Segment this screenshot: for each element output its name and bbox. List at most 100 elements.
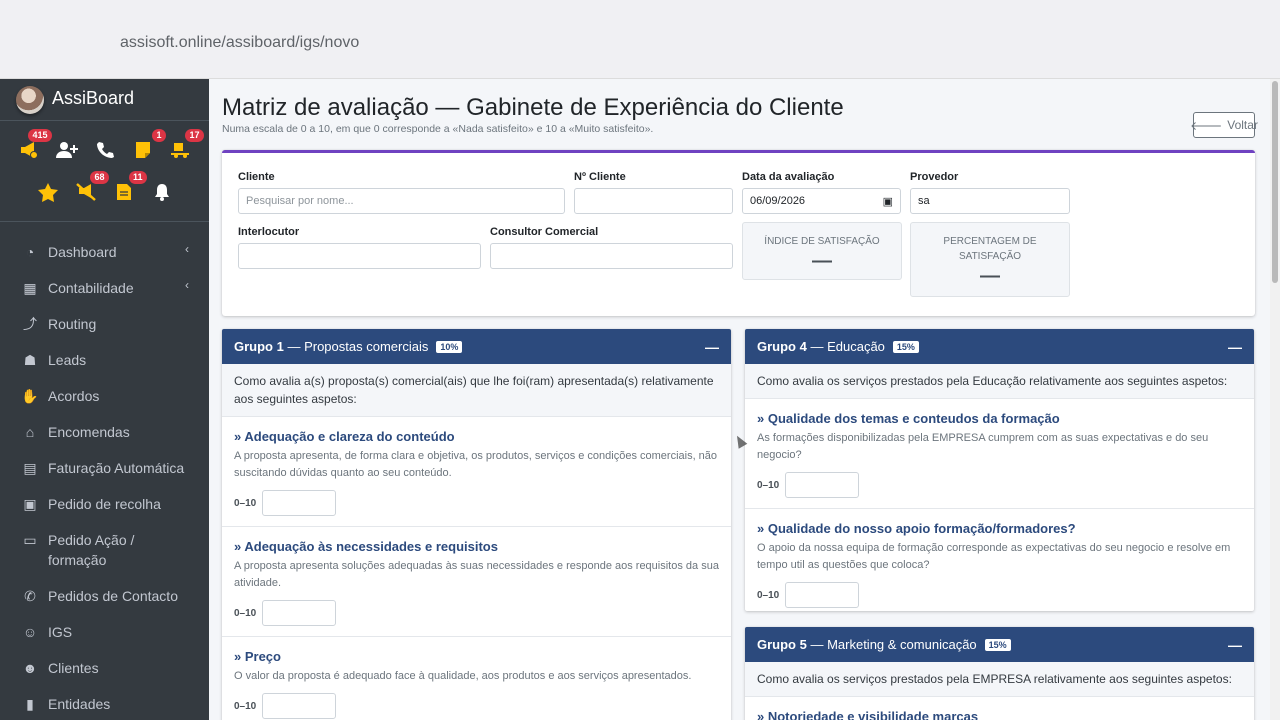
- sidebar-item-contabilidade[interactable]: ▦ Contabilidade ‹: [0, 270, 209, 306]
- sidebar-item-leads[interactable]: ☗ Leads: [0, 342, 209, 378]
- scale-label: 0–10: [234, 497, 257, 509]
- dolly-icon: ▣: [23, 496, 37, 512]
- consultor-label: Consultor Comercial: [490, 226, 599, 238]
- sticky-note-icon[interactable]: 1: [131, 129, 166, 162]
- scrollbar-thumb[interactable]: [1272, 81, 1278, 283]
- scale-label: 0–10: [234, 607, 257, 619]
- question-description: O apoio da nossa equipa de formação corr…: [757, 542, 1231, 571]
- consultor-input[interactable]: [490, 243, 733, 269]
- consultor-field-group: Consultor Comercial: [490, 226, 733, 269]
- sidebar-item-encomendas[interactable]: ⌂ Encomendas: [0, 414, 209, 450]
- sidebar-item-clientes[interactable]: ☻ Clientes: [0, 650, 209, 686]
- calculator-icon: ▦: [23, 280, 37, 296]
- question-item: » Qualidade dos temas e conteudos da for…: [745, 399, 1254, 509]
- truck-loading-icon[interactable]: 17: [169, 129, 204, 162]
- interlocutor-input[interactable]: [238, 243, 481, 269]
- smile-icon: ☺: [22, 624, 38, 640]
- slash-icon[interactable]: 68: [74, 171, 109, 204]
- file-icon[interactable]: 11: [112, 171, 147, 204]
- sidebar-item-dashboard[interactable]: ◔ Dashboard ‹: [0, 234, 209, 270]
- provedor-input[interactable]: sa: [910, 188, 1070, 214]
- score-input[interactable]: [262, 600, 337, 626]
- sidebar-item-routing[interactable]: ⤴ Routing: [0, 306, 209, 342]
- phone-icon[interactable]: [93, 138, 117, 162]
- group-1-intro: Como avalia a(s) proposta(s) comercial(a…: [222, 364, 731, 417]
- question-item: » Adequação às necessidades e requisitos…: [222, 527, 731, 637]
- weight-badge: 15%: [892, 340, 919, 353]
- question-item: » Adequação e clareza do conteúdo A prop…: [222, 417, 731, 527]
- indice-value: —: [812, 250, 832, 272]
- sidebar-item-entidades[interactable]: ▮ Entidades: [0, 686, 209, 720]
- question-title: » Qualidade do nosso apoio formação/form…: [757, 521, 1076, 536]
- score-input[interactable]: [785, 582, 860, 608]
- notification-badge: 415: [28, 129, 52, 142]
- sidebar-item-acordos[interactable]: ✋ Acordos: [0, 378, 209, 414]
- sidebar-item-pedido-acao[interactable]: ▭ Pedido Ação / formação: [0, 522, 209, 578]
- question-title: » Adequação às necessidades e requisitos: [234, 539, 498, 554]
- brand[interactable]: AssiBoard: [0, 79, 209, 121]
- question-title: » Qualidade dos temas e conteudos da for…: [757, 411, 1060, 426]
- question-item: » Preço O valor da proposta é adequado f…: [222, 637, 731, 720]
- page-title: Matriz de avaliação — Gabinete de Experi…: [222, 94, 844, 121]
- score-input[interactable]: [262, 693, 337, 719]
- score-input[interactable]: [785, 472, 860, 498]
- cliente-label: Cliente: [238, 171, 275, 183]
- route-icon: ⤴: [23, 316, 37, 332]
- provedor-label: Provedor: [910, 171, 959, 183]
- arrow-left-icon: 🡐: [1190, 118, 1223, 133]
- group-4-card: Grupo 4 — Educação 15% — Como avalia os …: [745, 329, 1254, 611]
- ncliente-field-group: Nº Cliente: [574, 171, 733, 214]
- sidebar-item-igs[interactable]: ☺ IGS: [0, 614, 209, 650]
- sidebar-item-pedidos-contacto[interactable]: ✆ Pedidos de Contacto: [0, 578, 209, 614]
- weight-badge: 15%: [984, 638, 1011, 651]
- page-scrollbar[interactable]: [1270, 79, 1280, 720]
- group-1-header[interactable]: Grupo 1 — Propostas comerciais 10% —: [222, 329, 731, 364]
- address-book-icon: ▮: [26, 696, 34, 712]
- group-4-header[interactable]: Grupo 4 — Educação 15% —: [745, 329, 1254, 364]
- collapse-button[interactable]: —: [705, 339, 719, 355]
- percentagem-value: —: [980, 265, 1000, 287]
- sidebar-item-pedido-recolha[interactable]: ▣ Pedido de recolha: [0, 486, 209, 522]
- user-plus-icon[interactable]: [55, 138, 79, 162]
- star-icon[interactable]: [36, 180, 60, 204]
- notification-badge: 1: [152, 129, 166, 142]
- notification-badge: 17: [185, 129, 204, 142]
- score-input[interactable]: [262, 490, 337, 516]
- group-4-intro: Como avalia os serviços prestados pela E…: [745, 364, 1254, 399]
- percentagem-satisfacao-box: PERCENTAGEM DE SATISFAÇÃO —: [910, 222, 1070, 297]
- page-subtitle: Numa escala de 0 a 10, em que 0 correspo…: [222, 123, 654, 135]
- question-title: » Adequação e clareza do conteúdo: [234, 429, 455, 444]
- user-plus-icon: ☗: [23, 352, 37, 368]
- back-button[interactable]: 🡐 Voltar: [1190, 112, 1258, 138]
- question-description: A proposta apresenta, de forma clara e o…: [234, 450, 718, 479]
- question-title: » Notoriedade e visibilidade marcas: [757, 709, 979, 720]
- scale-label: 0–10: [234, 700, 257, 712]
- question-title: » Preço: [234, 649, 281, 664]
- main-content: Matriz de avaliação — Gabinete de Experi…: [209, 79, 1270, 720]
- url-text[interactable]: assisoft.online/assiboard/igs/novo: [120, 34, 359, 52]
- bell-icon[interactable]: [150, 180, 174, 204]
- avatar: [16, 85, 44, 114]
- collapse-button[interactable]: —: [1228, 637, 1242, 653]
- bullhorn-icon[interactable]: 415: [17, 129, 52, 162]
- quick-actions: 415 1 17 68 11: [0, 121, 209, 222]
- question-item: » Notoriedade e visibilidade marcas: [745, 697, 1254, 720]
- cliente-search-input[interactable]: Pesquisar por nome...: [238, 188, 565, 214]
- group-1-card: Grupo 1 — Propostas comerciais 10% — Com…: [222, 329, 731, 720]
- chevron-left-icon: ‹: [185, 242, 189, 256]
- back-button-label: Voltar: [1227, 118, 1258, 132]
- ncliente-input[interactable]: [574, 188, 733, 214]
- collapse-button[interactable]: —: [1228, 339, 1242, 355]
- sidebar-item-faturacao[interactable]: ▤ Faturação Automática: [0, 450, 209, 486]
- chevron-left-icon: ‹: [185, 278, 189, 292]
- question-description: As formações disponibilizadas pela EMPRE…: [757, 432, 1209, 461]
- group-5-card: Grupo 5 — Marketing & comunicação 15% — …: [745, 627, 1254, 720]
- users-icon: ☻: [22, 660, 38, 676]
- indice-satisfacao-box: ÍNDICE DE SATISFAÇÃO —: [742, 222, 902, 280]
- calendar-icon[interactable]: ▣: [883, 195, 893, 208]
- group-5-header[interactable]: Grupo 5 — Marketing & comunicação 15% —: [745, 627, 1254, 662]
- question-description: A proposta apresenta soluções adequadas …: [234, 560, 719, 589]
- provedor-field-group: Provedor sa: [910, 171, 1070, 214]
- date-input[interactable]: 06/09/2026 ▣: [742, 188, 901, 214]
- ncliente-label: Nº Cliente: [574, 171, 626, 183]
